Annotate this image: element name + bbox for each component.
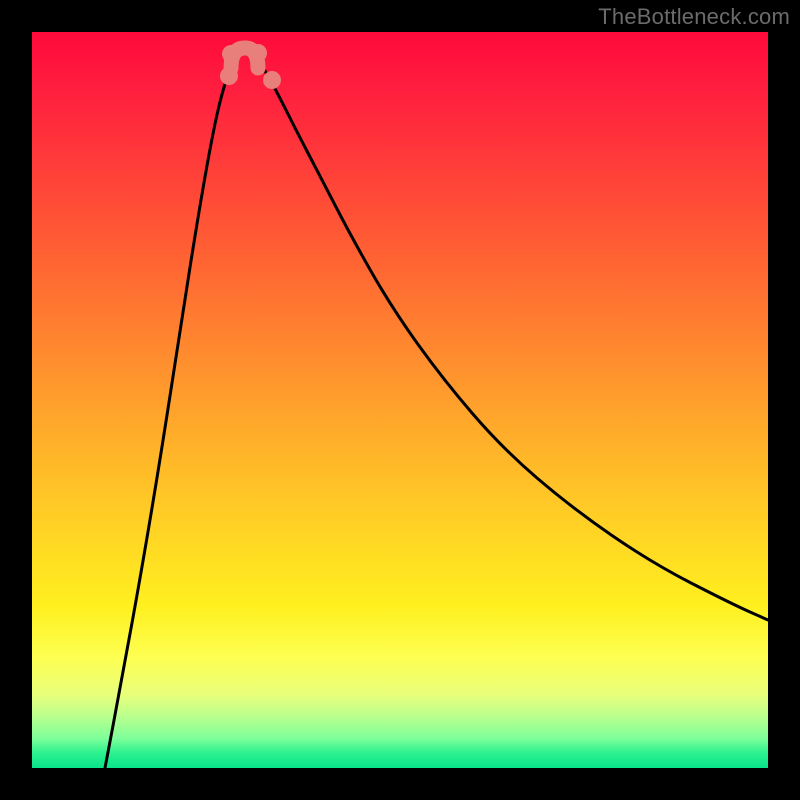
marker-dot-0 <box>220 67 238 85</box>
marker-dot-1 <box>222 45 240 63</box>
curve-svg <box>32 32 768 768</box>
plot-area <box>32 32 768 768</box>
watermark-text: TheBottleneck.com <box>598 4 790 30</box>
chart-frame: TheBottleneck.com <box>0 0 800 800</box>
marker-dot-3 <box>263 71 281 89</box>
bottleneck-curve-path <box>105 49 768 768</box>
marker-dot-2 <box>249 44 267 62</box>
curve-markers <box>220 44 281 89</box>
